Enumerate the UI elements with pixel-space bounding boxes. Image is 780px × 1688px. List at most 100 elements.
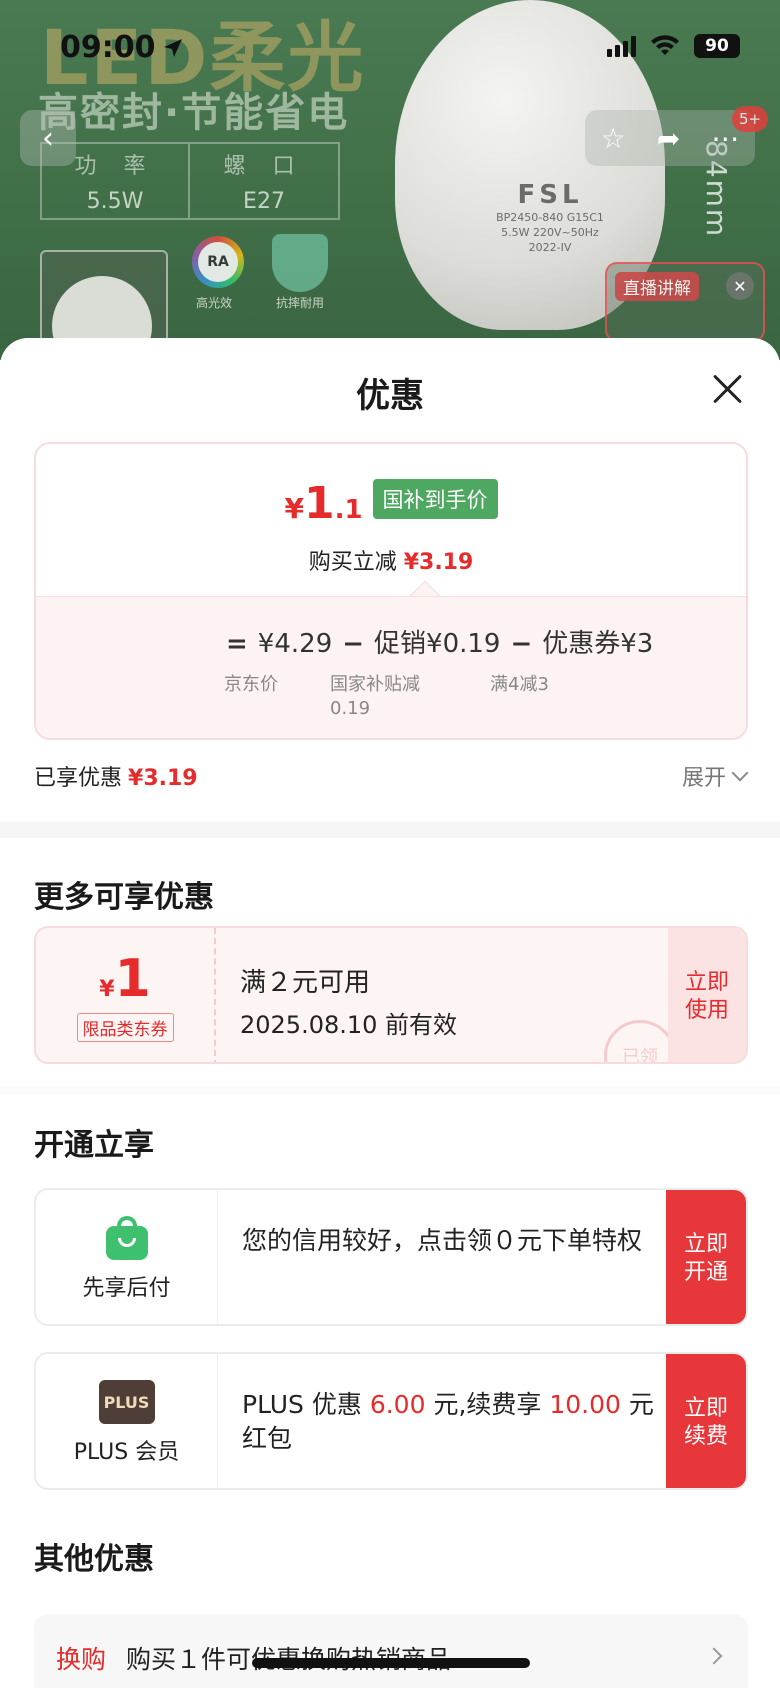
- bulb-print: FSL BP2450-840 G15C1 5.5W 220V~50Hz 2022…: [460, 180, 640, 255]
- button-line: 开通: [683, 1260, 728, 1285]
- chevron-left-icon: ‹: [42, 120, 54, 156]
- badge-caption: 高光效: [196, 296, 233, 310]
- coupon-category-tag: 限品类东券: [76, 1012, 174, 1042]
- spec-header: 功 率: [74, 154, 156, 180]
- other-discounts-title: 其他优惠: [34, 1542, 154, 1577]
- chevron-right-icon: [705, 1647, 723, 1665]
- ra-badge-label: RA: [198, 242, 238, 282]
- final-price: ¥ 1 .1: [284, 478, 362, 529]
- cellular-signal-icon: [607, 35, 636, 57]
- promo-label: 国家补贴减 0.19: [330, 673, 420, 721]
- ra-badge-icon: RA: [192, 236, 244, 288]
- promo-label-line: 国家补贴减: [330, 674, 420, 695]
- status-time: 09:00: [60, 30, 184, 65]
- pay-later-card: 先享后付 您的信用较好，点击领０元下单特权 立即 开通: [34, 1188, 748, 1326]
- plus-label: PLUS 会员: [73, 1440, 180, 1465]
- activate-pay-later-button[interactable]: 立即 开通: [666, 1190, 746, 1324]
- coupon-label: 满4减3: [490, 674, 549, 695]
- home-indicator: [252, 1658, 530, 1668]
- share-icon[interactable]: ➦: [657, 122, 680, 155]
- pay-later-text: 您的信用较好，点击领０元下单特权: [242, 1226, 643, 1255]
- open-benefits-title: 开通立享: [34, 1128, 154, 1163]
- currency-symbol: ¥: [284, 492, 304, 525]
- section-divider: [0, 1086, 780, 1094]
- minus-sign: −: [342, 629, 365, 659]
- pay-later-brand: 先享后付: [36, 1190, 218, 1324]
- wifi-icon: [651, 35, 679, 55]
- spec-header: 螺 口: [223, 154, 305, 180]
- price-decimal: .1: [334, 495, 363, 525]
- button-line: 立即: [683, 1396, 728, 1421]
- formula-row: = ¥4.29 − 促销¥0.19 − 优惠券¥3: [216, 623, 653, 660]
- plus-text-part: 元,续费享: [425, 1390, 550, 1419]
- spec-value: E27: [243, 188, 285, 214]
- chevron-down-icon: [731, 764, 749, 782]
- price-breakdown-card: ¥ 1 .1 国补到手价 购买立减 ¥3.19 = ¥4.29 − 促销¥0.1…: [34, 442, 748, 740]
- subsidy-price-tag: 国补到手价: [372, 479, 498, 519]
- shield-icon: [272, 234, 328, 292]
- coupon-amount: 优惠券¥3: [542, 629, 654, 659]
- price-formula: = ¥4.29 − 促销¥0.19 − 优惠券¥3 京东价 国家补贴减 0.19…: [36, 596, 746, 738]
- claimed-stamp-icon: 已领: [604, 1020, 676, 1062]
- badge-caption: 抗摔耐用: [276, 296, 325, 310]
- final-price-row: ¥ 1 .1 国补到手价: [36, 478, 746, 529]
- button-line: 立即: [684, 970, 729, 995]
- more-discounts-title: 更多可享优惠: [34, 880, 214, 915]
- bulb-line: 2022-IV: [528, 241, 572, 254]
- promo-label-line: 0.19: [330, 698, 371, 719]
- expand-button[interactable]: 展开: [681, 760, 749, 792]
- shopping-bag-icon: [105, 1216, 148, 1260]
- spec-table: 功 率 5.5W 螺 口 E27: [40, 142, 340, 220]
- coupon-condition: 满２元可用: [240, 968, 371, 998]
- coupon-info: 满２元可用 2025.08.10 前有效: [240, 962, 457, 1046]
- battery-icon: 90: [694, 34, 740, 58]
- promo-amount: 促销¥0.19: [374, 629, 501, 659]
- reduce-value: ¥3.19: [403, 550, 474, 575]
- trade-in-row[interactable]: 换购 购买１件可优惠换购热销商品: [34, 1614, 748, 1688]
- spec-socket: 螺 口 E27: [190, 144, 338, 218]
- use-coupon-button[interactable]: 立即 使用: [668, 928, 746, 1062]
- button-line: 立即: [683, 1232, 728, 1257]
- plus-discount-value: 6.00: [369, 1390, 426, 1419]
- section-divider: [0, 822, 780, 838]
- enjoyed-discount: 已享优惠 ¥3.19: [34, 760, 198, 792]
- star-icon[interactable]: ☆: [601, 122, 626, 155]
- discount-sheet: 优惠 ¥ 1 .1 国补到手价 购买立减 ¥3.19 = ¥4.29 − 促销¥…: [0, 338, 780, 1688]
- close-icon[interactable]: [710, 372, 744, 406]
- price-integer: 1: [303, 478, 335, 529]
- jd-price-label: 京东价: [224, 674, 278, 695]
- nav-actions: ☆ ➦ ⋯: [585, 110, 755, 166]
- currency-symbol: ¥: [99, 976, 115, 1002]
- trade-in-tag: 换购: [56, 1645, 107, 1674]
- renew-plus-button[interactable]: 立即 续费: [666, 1354, 746, 1488]
- location-arrow-icon: [163, 38, 182, 57]
- instant-reduction: 购买立减 ¥3.19: [36, 544, 746, 576]
- plus-text: PLUS 优惠 6.00 元,续费享 10.00 元红包: [242, 1388, 662, 1456]
- reduce-label: 购买立减: [308, 550, 397, 575]
- expand-label: 展开: [681, 766, 726, 791]
- live-tag: 直播讲解: [615, 272, 699, 301]
- coupon-value: ¥ 1 限品类东券: [36, 928, 214, 1062]
- bulb-line: 5.5W 220V~50Hz: [501, 226, 599, 239]
- coupon-divider: [214, 928, 216, 1062]
- bulb-line: BP2450-840 G15C1: [496, 211, 604, 224]
- equals-sign: =: [226, 629, 248, 659]
- plus-logo-icon: PLUS: [98, 1380, 155, 1424]
- back-button[interactable]: ‹: [20, 110, 76, 166]
- plus-member-card: PLUS PLUS 会员 PLUS 优惠 6.00 元,续费享 10.00 元红…: [34, 1352, 748, 1490]
- jd-price: ¥4.29: [257, 629, 333, 659]
- spec-value: 5.5W: [86, 188, 144, 214]
- pay-later-label: 先享后付: [82, 1276, 171, 1301]
- coupon-amount-int: 1: [114, 948, 151, 1009]
- live-close-icon[interactable]: ✕: [726, 272, 754, 300]
- plus-redpacket-value: 10.00: [549, 1390, 621, 1419]
- coupon-amount: ¥ 1: [99, 953, 151, 1005]
- plus-brand: PLUS PLUS 会员: [36, 1354, 218, 1488]
- enjoyed-value: ¥3.19: [128, 766, 198, 791]
- button-line: 使用: [684, 998, 729, 1023]
- coupon-expiry: 2025.08.10 前有效: [240, 1011, 458, 1039]
- enjoyed-label: 已享优惠: [34, 766, 123, 791]
- sheet-title: 优惠: [356, 376, 424, 416]
- price-top: ¥ 1 .1 国补到手价 购买立减 ¥3.19: [36, 444, 746, 596]
- bulb-brand: FSL: [517, 180, 583, 210]
